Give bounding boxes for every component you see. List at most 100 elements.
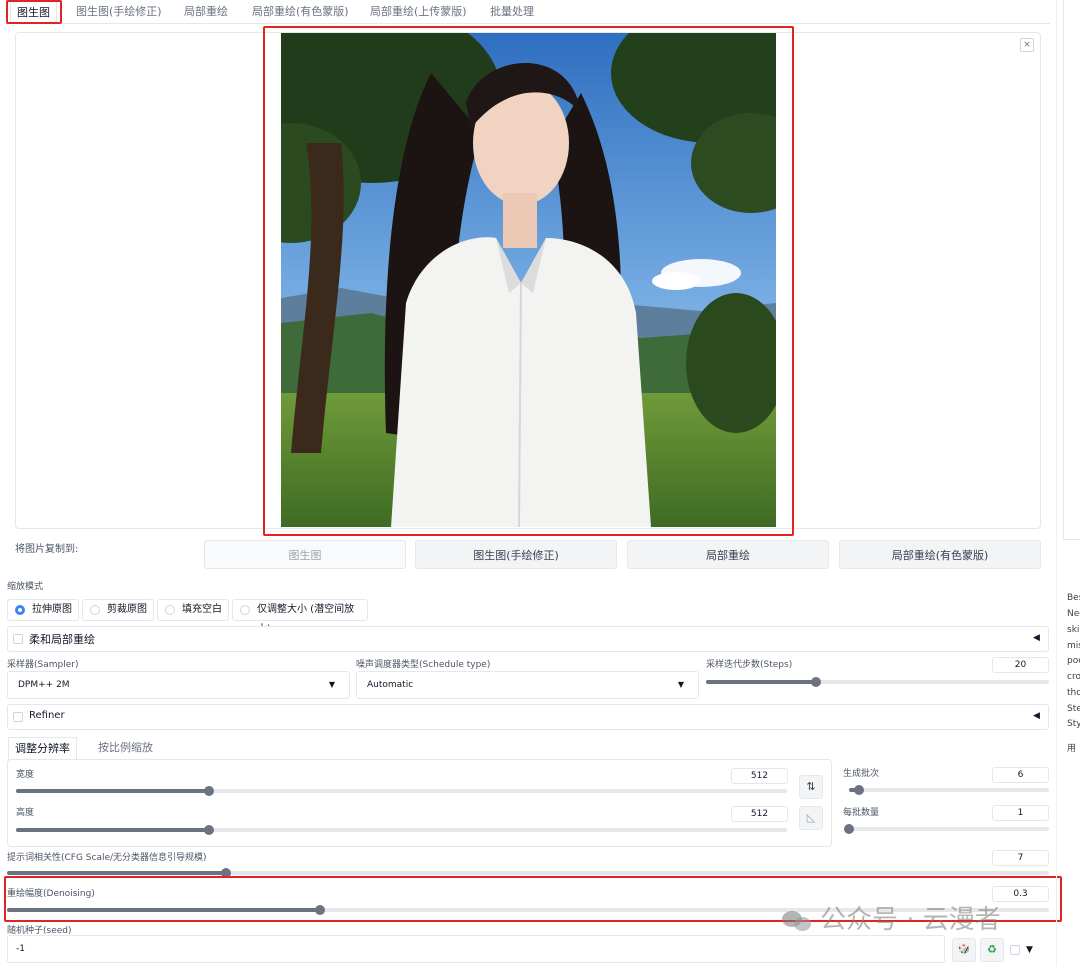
chevron-down-icon: ▼ xyxy=(328,680,335,689)
close-icon[interactable]: × xyxy=(1020,38,1034,52)
refiner-label: Refiner xyxy=(29,710,65,721)
width-slider[interactable] xyxy=(16,786,787,796)
tab-divider xyxy=(4,23,1050,24)
copy-to-sketch-button[interactable]: 图生图(手绘修正) xyxy=(415,540,617,569)
wechat-bubble-small xyxy=(794,916,811,931)
tab-inpaint-sketch[interactable]: 局部重绘(有色蒙版) xyxy=(246,0,355,24)
radio-crop-resize[interactable]: 剪裁原图 xyxy=(82,599,154,621)
sidebar-line: poc xyxy=(1067,656,1080,666)
sidebar-line: Ste xyxy=(1067,704,1080,714)
right-sidebar-divider xyxy=(1056,0,1057,966)
sidebar-line: mis xyxy=(1067,641,1080,651)
uploaded-image xyxy=(281,33,776,527)
radio-just-resize[interactable]: 拉伸原图 xyxy=(7,599,79,621)
slider-thumb[interactable] xyxy=(854,785,864,795)
schedule-value: Automatic xyxy=(367,680,414,690)
cfg-input[interactable]: 7 xyxy=(992,850,1049,866)
tab-inpaint-upload[interactable]: 局部重绘(上传蒙版) xyxy=(364,0,473,24)
refiner-accordion[interactable] xyxy=(7,704,1049,730)
chevron-down-icon[interactable]: ▼ xyxy=(1026,945,1033,955)
right-sidebar-panel xyxy=(1063,0,1080,540)
seed-input[interactable]: -1 xyxy=(7,935,945,963)
radio-latent-upscale[interactable]: 仅调整大小 (潜空间放大) xyxy=(232,599,368,635)
sampler-dropdown[interactable]: DPM++ 2M ▼ xyxy=(7,671,350,699)
sidebar-line: Neg xyxy=(1067,609,1080,619)
batch-count-input[interactable]: 6 xyxy=(992,767,1049,783)
soft-inpaint-label: 柔和局部重绘 xyxy=(29,633,95,646)
sidebar-line: Bes xyxy=(1067,593,1080,603)
slider-fill xyxy=(7,871,226,875)
radio-fill-resize[interactable]: 填充空白 xyxy=(157,599,229,621)
batch-size-input[interactable]: 1 xyxy=(992,805,1049,821)
collapse-arrow-icon[interactable]: ◀ xyxy=(1033,633,1040,643)
batch-count-slider[interactable] xyxy=(849,785,1049,795)
radio-dot xyxy=(240,605,250,615)
denoise-input[interactable]: 0.3 xyxy=(992,886,1049,902)
radio-dot xyxy=(90,605,100,615)
slider-thumb[interactable] xyxy=(203,786,214,796)
resize-mode-label: 缩放模式 xyxy=(7,582,44,592)
soft-inpaint-accordion[interactable] xyxy=(7,626,1049,652)
batch-size-slider[interactable] xyxy=(844,824,1049,834)
sampler-label: 采样器(Sampler) xyxy=(7,660,79,670)
dice-icon[interactable]: 🎲 xyxy=(952,938,976,962)
collapse-arrow-icon[interactable]: ◀ xyxy=(1033,711,1040,721)
copy-to-label: 将图片复制到: xyxy=(15,544,79,555)
slider-thumb[interactable] xyxy=(844,824,854,834)
chevron-down-icon: ▼ xyxy=(677,680,684,689)
soft-inpaint-checkbox[interactable] xyxy=(13,634,23,644)
steps-label: 采样迭代步数(Steps) xyxy=(706,660,793,670)
denoise-label: 重绘幅度(Denoising) xyxy=(7,889,95,899)
tab-img2img[interactable]: 图生图 xyxy=(10,0,57,24)
height-slider[interactable] xyxy=(16,825,787,835)
slider-fill xyxy=(7,908,320,912)
batch-size-label: 每批数量 xyxy=(843,808,880,818)
slider-thumb[interactable] xyxy=(810,677,821,687)
watermark: 公众号 · 云漫者 xyxy=(782,903,1001,937)
slider-thumb[interactable] xyxy=(203,825,214,835)
radio-dot xyxy=(15,605,25,615)
height-label: 高度 xyxy=(16,808,35,818)
width-input[interactable]: 512 xyxy=(731,768,788,784)
tab-batch[interactable]: 批量处理 xyxy=(484,0,540,24)
copy-to-img2img-button[interactable]: 图生图 xyxy=(204,540,406,569)
schedule-label: 噪声调度器类型(Schedule type) xyxy=(356,660,491,670)
slider-fill xyxy=(16,828,209,832)
watermark-text: 公众号 · 云漫者 xyxy=(820,905,1001,935)
tab-resize-to[interactable]: 调整分辨率 xyxy=(8,737,77,760)
radio-label: 拉伸原图 xyxy=(32,604,72,615)
height-input[interactable]: 512 xyxy=(731,806,788,822)
slider-fill xyxy=(16,789,209,793)
copy-to-inpaint-button[interactable]: 局部重绘 xyxy=(627,540,829,569)
slider-fill xyxy=(706,680,816,684)
wechat-icon xyxy=(782,909,812,933)
cfg-slider[interactable] xyxy=(7,868,1049,878)
radio-label: 填充空白 xyxy=(182,604,222,615)
sidebar-line: 用 xyxy=(1067,744,1077,754)
sidebar-line: skir xyxy=(1067,625,1080,635)
radio-label: 剪裁原图 xyxy=(107,604,147,615)
tab-resize-by[interactable]: 按比例缩放 xyxy=(92,737,159,760)
refiner-checkbox[interactable] xyxy=(13,712,23,722)
aspect-ratio-icon[interactable]: ◺ xyxy=(799,806,823,830)
tab-sketch[interactable]: 图生图(手绘修正) xyxy=(70,0,168,24)
steps-slider[interactable] xyxy=(706,677,1049,687)
sidebar-line: tho xyxy=(1067,688,1080,698)
cfg-label: 提示词相关性(CFG Scale/无分类器信息引导规模) xyxy=(7,853,207,863)
resolution-panel xyxy=(7,759,832,847)
swap-dimensions-icon[interactable]: ⇅ xyxy=(799,775,823,799)
sidebar-line: Sty xyxy=(1067,719,1080,729)
steps-input[interactable]: 20 xyxy=(992,657,1049,673)
width-label: 宽度 xyxy=(16,770,35,780)
copy-to-inpaint-sketch-button[interactable]: 局部重绘(有色蒙版) xyxy=(839,540,1041,569)
radio-dot xyxy=(165,605,175,615)
tab-inpaint[interactable]: 局部重绘 xyxy=(178,0,234,24)
sidebar-line: cro xyxy=(1067,672,1080,682)
sampler-value: DPM++ 2M xyxy=(18,680,70,690)
batch-count-label: 生成批次 xyxy=(843,769,880,779)
extra-seed-checkbox[interactable] xyxy=(1010,945,1020,955)
slider-thumb[interactable] xyxy=(314,905,325,915)
recycle-icon[interactable]: ♻ xyxy=(980,938,1004,962)
slider-thumb[interactable] xyxy=(220,868,231,878)
schedule-dropdown[interactable]: Automatic ▼ xyxy=(356,671,699,699)
